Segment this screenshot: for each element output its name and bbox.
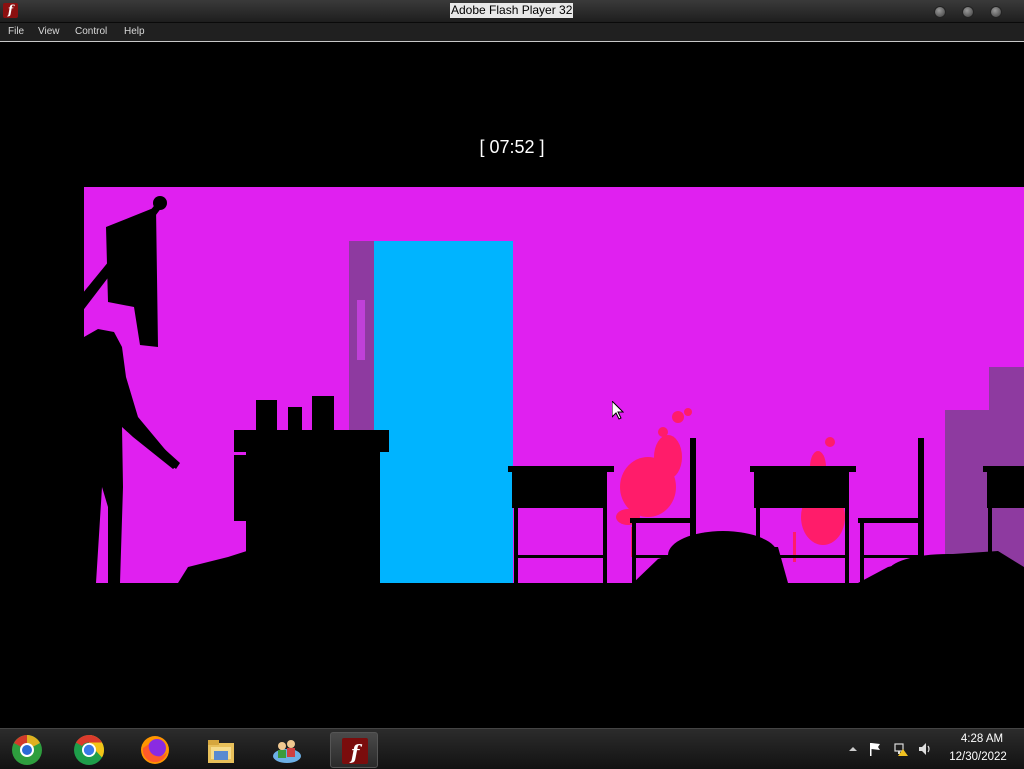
game-timer: [ 07:52 ] bbox=[479, 137, 545, 157]
clock-date[interactable]: 12/30/2022 bbox=[938, 751, 1018, 763]
chrome-old-icon bbox=[12, 735, 42, 765]
taskbar-file-explorer[interactable] bbox=[198, 732, 244, 766]
menu-help[interactable]: Help bbox=[124, 25, 145, 38]
game-scene[interactable] bbox=[78, 187, 1024, 583]
maximize-button[interactable] bbox=[962, 6, 974, 18]
taskbar-network[interactable] bbox=[264, 732, 310, 766]
network-people-icon bbox=[273, 740, 301, 763]
volume-icon[interactable] bbox=[918, 742, 932, 756]
flash-player-icon: f bbox=[342, 738, 368, 764]
flash-stage[interactable]: [ 07:52 ] bbox=[0, 42, 1024, 728]
window-title: Adobe Flash Player 32 bbox=[450, 3, 574, 18]
menu-view[interactable]: View bbox=[38, 25, 60, 38]
file-explorer-icon bbox=[208, 740, 234, 763]
clock-time[interactable]: 4:28 AM bbox=[952, 733, 1012, 745]
taskbar: f 4:28 AM 12/30/2022 bbox=[0, 728, 1024, 769]
minimize-button[interactable] bbox=[934, 6, 946, 18]
taskbar-flash-player[interactable]: f bbox=[330, 732, 378, 768]
taskbar-chrome[interactable] bbox=[66, 732, 112, 766]
flash-app-icon: f bbox=[3, 3, 18, 18]
menu-file[interactable]: File bbox=[8, 25, 24, 38]
open-door bbox=[374, 241, 513, 583]
show-hidden-icons-chevron-icon[interactable] bbox=[846, 742, 860, 756]
window-titlebar[interactable]: f Adobe Flash Player 32 bbox=[0, 0, 1024, 23]
menu-bar: File View Control Help bbox=[0, 23, 1024, 42]
chrome-icon bbox=[74, 734, 105, 765]
scene-background bbox=[78, 187, 1024, 583]
taskbar-chrome-old[interactable] bbox=[4, 732, 50, 766]
network-status-icon[interactable] bbox=[894, 742, 908, 756]
mouse-cursor-icon bbox=[612, 401, 624, 420]
action-center-flag-icon[interactable] bbox=[868, 742, 882, 756]
close-button[interactable] bbox=[990, 6, 1002, 18]
taskbar-firefox[interactable] bbox=[132, 732, 178, 766]
firefox-icon bbox=[141, 736, 169, 764]
menu-control[interactable]: Control bbox=[75, 25, 107, 38]
